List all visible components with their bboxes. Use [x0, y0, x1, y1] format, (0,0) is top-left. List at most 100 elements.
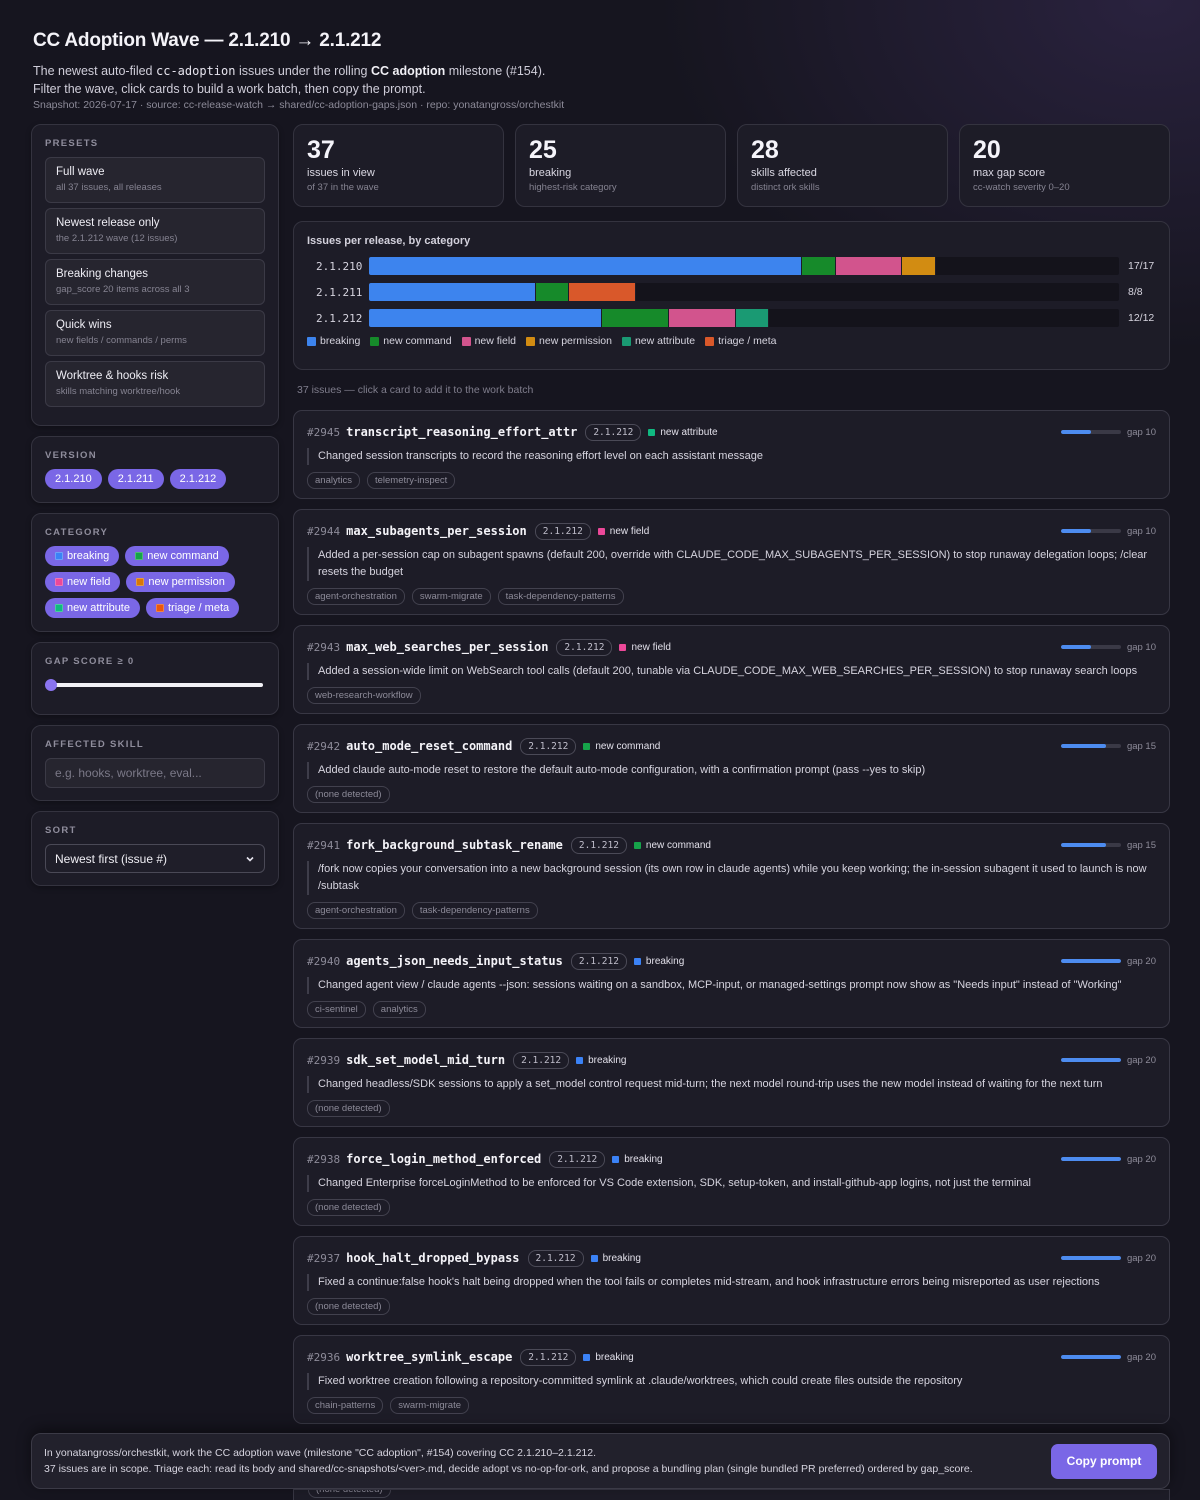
sort-panel: SORT Newest first (issue #) [31, 811, 279, 886]
stat-sublabel: distinct ork skills [751, 182, 820, 193]
slider-thumb[interactable] [45, 679, 57, 691]
stat-card: 25 breaking highest-risk category [515, 124, 726, 207]
issue-description: Changed session transcripts to record th… [307, 448, 1156, 465]
category-swatch-icon [55, 604, 63, 612]
issue-tags: chain-patterns swarm-migrate [307, 1397, 1156, 1414]
preset-desc: gap_score 20 items across all 3 [56, 284, 190, 295]
issue-number: #2940 [307, 954, 341, 968]
legend-item: breaking [307, 335, 360, 347]
issue-card-peek[interactable]: (none detected) [293, 1489, 1170, 1500]
legend-label: triage / meta [718, 335, 777, 347]
gap-score-label: gap 10 [1126, 525, 1156, 537]
gap-score: gap 15 [1060, 741, 1156, 752]
issue-category-label: breaking [645, 955, 685, 967]
page-header: CC Adoption Wave — 2.1.210 → 2.1.212 The… [33, 30, 1163, 111]
issue-description: Changed headless/SDK sessions to apply a… [307, 1076, 1156, 1093]
issue-tags: ci-sentinel analytics [307, 1001, 1156, 1018]
category-swatch-icon [136, 578, 145, 586]
milestone-name: CC adoption [370, 64, 446, 78]
chart-row-label: 2.1.212 [316, 311, 363, 325]
preset-button[interactable]: Full wave all 37 issues, all releases [45, 157, 265, 203]
skill-panel: AFFECTED SKILL [31, 725, 279, 801]
preset-button[interactable]: Quick wins new fields / commands / perms [45, 310, 265, 356]
issue-tags: (none detected) [307, 1298, 1156, 1315]
preset-button[interactable]: Newest release only the 2.1.212 wave (12 … [45, 208, 265, 254]
sort-select[interactable]: Newest first (issue #) [45, 844, 265, 873]
issue-tags: analytics telemetry-inspect [307, 472, 1156, 489]
legend-item: new field [461, 335, 516, 347]
issue-version-badge: 2.1.212 [549, 1150, 606, 1168]
issue-title: sdk_set_model_mid_turn [346, 1053, 506, 1067]
issue-card[interactable]: #2938 force_login_method_enforced 2.1.212 b… [293, 1137, 1170, 1226]
main-content: 37 issues in view of 37 in the wave 25 break… [293, 124, 1170, 1434]
category-swatch-icon [590, 1254, 598, 1262]
issue-card[interactable]: #2939 sdk_set_model_mid_turn 2.1.212 breaki… [293, 1038, 1170, 1127]
issue-card[interactable]: #2945 transcript_reasoning_effort_attr 2.1… [293, 410, 1170, 499]
gap-score-label: gap 20 [1126, 1351, 1156, 1363]
issue-category: breaking [612, 1153, 663, 1165]
category-title: CATEGORY [45, 527, 109, 538]
legend-swatch-icon [526, 336, 536, 346]
skill-tag: (none detected) [307, 1298, 390, 1315]
version-chip[interactable]: 2.1.210 [45, 469, 102, 489]
chart-row-total: 12/12 [1128, 312, 1155, 324]
gap-score-fill [1060, 529, 1091, 533]
issue-version-badge: 2.1.212 [570, 952, 627, 970]
issue-card-header: #2943 max_web_searches_per_session 2.1.212… [307, 637, 1156, 657]
issue-version-badge: 2.1.212 [520, 1348, 577, 1366]
issue-card[interactable]: #2941 fork_background_subtask_rename 2.1.2… [293, 823, 1170, 929]
preset-button[interactable]: Breaking changes gap_score 20 items acros… [45, 259, 265, 305]
preset-button[interactable]: Worktree & hooks risk skills matching wor… [45, 361, 265, 407]
category-chip[interactable]: new field [45, 572, 121, 592]
prompt-bar: In yonatangross/orchestkit, work the CC … [31, 1433, 1170, 1489]
issue-card[interactable]: #2942 auto_mode_reset_command 2.1.212 new c… [293, 724, 1170, 813]
gap-score-bar [1060, 645, 1121, 649]
issue-card[interactable]: #2936 worktree_symlink_escape 2.1.212 break… [293, 1335, 1170, 1424]
version-panel: VERSION 2.1.210 2.1.211 2.1.212 [31, 436, 279, 503]
issue-title: worktree_symlink_escape [346, 1350, 513, 1364]
issue-category-label: new command [595, 740, 661, 752]
version-chip[interactable]: 2.1.211 [107, 469, 164, 489]
legend-swatch-icon [461, 336, 471, 346]
category-chip[interactable]: new attribute [45, 598, 140, 618]
preset-desc: all 37 issues, all releases [56, 182, 162, 193]
issue-card[interactable]: #2944 max_subagents_per_session 2.1.212 new… [293, 509, 1170, 615]
stat-label: breaking [529, 167, 572, 179]
category-chip-label: new permission [148, 576, 225, 588]
legend-label: breaking [320, 335, 361, 347]
issue-category: breaking [590, 1253, 641, 1264]
issue-card-header: #2941 fork_background_subtask_rename 2.1.2… [307, 835, 1156, 855]
gap-score-fill [1060, 843, 1106, 847]
category-chip[interactable]: breaking [45, 546, 120, 566]
gap-score: gap 15 [1060, 839, 1156, 851]
sidebar: PRESETS Full wave all 37 issues, all rele… [31, 124, 279, 896]
issue-category-label: breaking [624, 1153, 663, 1165]
skill-tag: analytics [372, 1001, 426, 1018]
gap-score-slider[interactable] [45, 675, 265, 695]
sort-value: Newest first (issue #) [55, 851, 168, 866]
gap-score-fill [1060, 1157, 1121, 1161]
gap-score-fill [1060, 1256, 1121, 1260]
chart-bar-segment [902, 257, 936, 275]
copy-prompt-button[interactable]: Copy prompt [1051, 1443, 1157, 1479]
category-swatch-icon [633, 957, 641, 965]
issue-card[interactable]: #2943 max_web_searches_per_session 2.1.212… [293, 625, 1170, 714]
category-chip[interactable]: new permission [126, 572, 235, 592]
stat-card: 20 max gap score cc-watch severity 0–20 [959, 124, 1170, 207]
issue-description: Changed Enterprise forceLoginMethod to b… [307, 1175, 1156, 1192]
issue-card[interactable]: #2937 hook_halt_dropped_bypass 2.1.212 brea… [293, 1236, 1170, 1325]
category-swatch-icon [55, 552, 63, 560]
issue-tag: (none detected) [308, 1490, 391, 1498]
chart-bar-segment [835, 257, 903, 275]
category-swatch-icon [155, 604, 164, 612]
category-chip[interactable]: new command [125, 546, 229, 566]
label-code: cc-adoption [156, 64, 236, 78]
category-chip[interactable]: triage / meta [145, 598, 240, 618]
skill-tag: ci-sentinel [307, 1001, 366, 1018]
version-chip[interactable]: 2.1.212 [169, 469, 227, 489]
issue-number: #2937 [307, 1251, 341, 1265]
skill-filter-input[interactable] [45, 758, 265, 788]
issue-card[interactable]: #2940 agents_json_needs_input_status 2.1.2… [293, 939, 1170, 1028]
gap-score-label: gap 15 [1126, 839, 1156, 851]
issue-category: new attribute [648, 427, 718, 438]
